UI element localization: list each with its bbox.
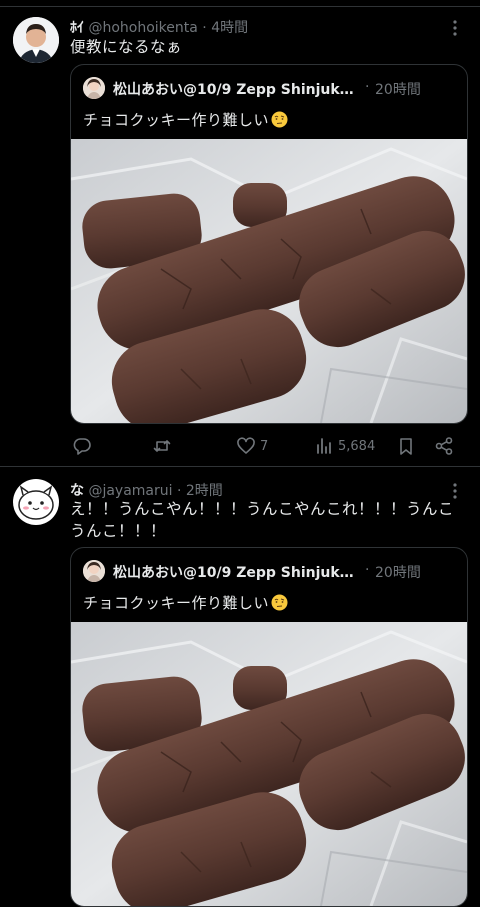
like-count: 7 — [260, 438, 269, 454]
display-name[interactable]: な — [70, 483, 84, 499]
bookmark-button[interactable] — [396, 434, 416, 458]
face-with-raised-eyebrow-icon — [271, 111, 288, 128]
quoted-display-name[interactable]: 松山あおい@10/9 Zepp Shinjuku単独... — [113, 562, 359, 582]
girl-photo-icon — [83, 560, 105, 582]
cartoon-character-icon — [13, 479, 59, 525]
quoted-avatar[interactable] — [83, 560, 105, 582]
face-with-raised-eyebrow-icon — [271, 594, 288, 611]
reply-icon — [73, 438, 91, 455]
tweet-text: 便教になるなぁ — [70, 38, 183, 56]
retweet-icon — [153, 440, 171, 452]
reply-button[interactable] — [72, 434, 96, 458]
separator-dot: · — [365, 562, 370, 578]
separator-dot: · — [365, 79, 370, 95]
quoted-text: チョコクッキー作り難しい — [83, 111, 270, 129]
like-button[interactable]: 7 — [236, 434, 268, 458]
views-button[interactable]: 5,684 — [314, 434, 375, 458]
user-handle[interactable]: @jayamarui — [88, 483, 172, 499]
timestamp[interactable]: 2時間 — [186, 483, 223, 499]
quoted-display-name[interactable]: 松山あおい@10/9 Zepp Shinjuku単独... — [113, 79, 359, 99]
share-icon — [435, 437, 453, 455]
avatar[interactable] — [13, 479, 59, 525]
action-bar: 7 5,684 — [70, 434, 466, 458]
tweet-text: え！！うんこやん！！！うんこやんこれ！！！うんこうんこ！！！ — [70, 500, 455, 540]
separator-dot: · — [202, 20, 207, 36]
timestamp[interactable]: 4時間 — [211, 20, 248, 36]
avatar[interactable] — [13, 17, 59, 63]
more-options-icon[interactable] — [446, 19, 464, 37]
cookie-dough-photo[interactable] — [71, 139, 467, 423]
quoted-timestamp[interactable]: 20時間 — [375, 79, 421, 99]
quoted-avatar[interactable] — [83, 77, 105, 99]
quoted-tweet[interactable]: 松山あおい@10/9 Zepp Shinjuku単独... · 20時間 チョコ… — [70, 547, 468, 907]
views-chart-icon — [317, 438, 331, 454]
girl-photo-icon — [83, 77, 105, 99]
man-photo-icon — [13, 17, 59, 63]
bookmark-icon — [400, 438, 412, 455]
tweet[interactable]: な @jayamarui · 2時間 え！！うんこやん！！！うんこやんこれ！！！… — [0, 467, 480, 907]
user-handle[interactable]: @hohohoikenta — [88, 20, 197, 36]
cookie-dough-photo[interactable] — [71, 622, 467, 906]
quoted-text: チョコクッキー作り難しい — [83, 594, 270, 612]
quoted-timestamp[interactable]: 20時間 — [375, 562, 421, 582]
share-button[interactable] — [434, 434, 454, 458]
separator-dot: · — [176, 483, 182, 499]
quoted-tweet[interactable]: 松山あおい@10/9 Zepp Shinjuku単独... · 20時間 チョコ… — [70, 64, 468, 424]
retweet-button[interactable] — [152, 434, 176, 458]
display-name[interactable]: ﾎｲ — [70, 20, 84, 36]
view-count: 5,684 — [338, 438, 376, 454]
tweet[interactable]: ﾎｲ @hohohoikenta · 4時間 便教になるなぁ 松山あおい@10/… — [0, 0, 480, 466]
heart-icon — [237, 437, 255, 454]
